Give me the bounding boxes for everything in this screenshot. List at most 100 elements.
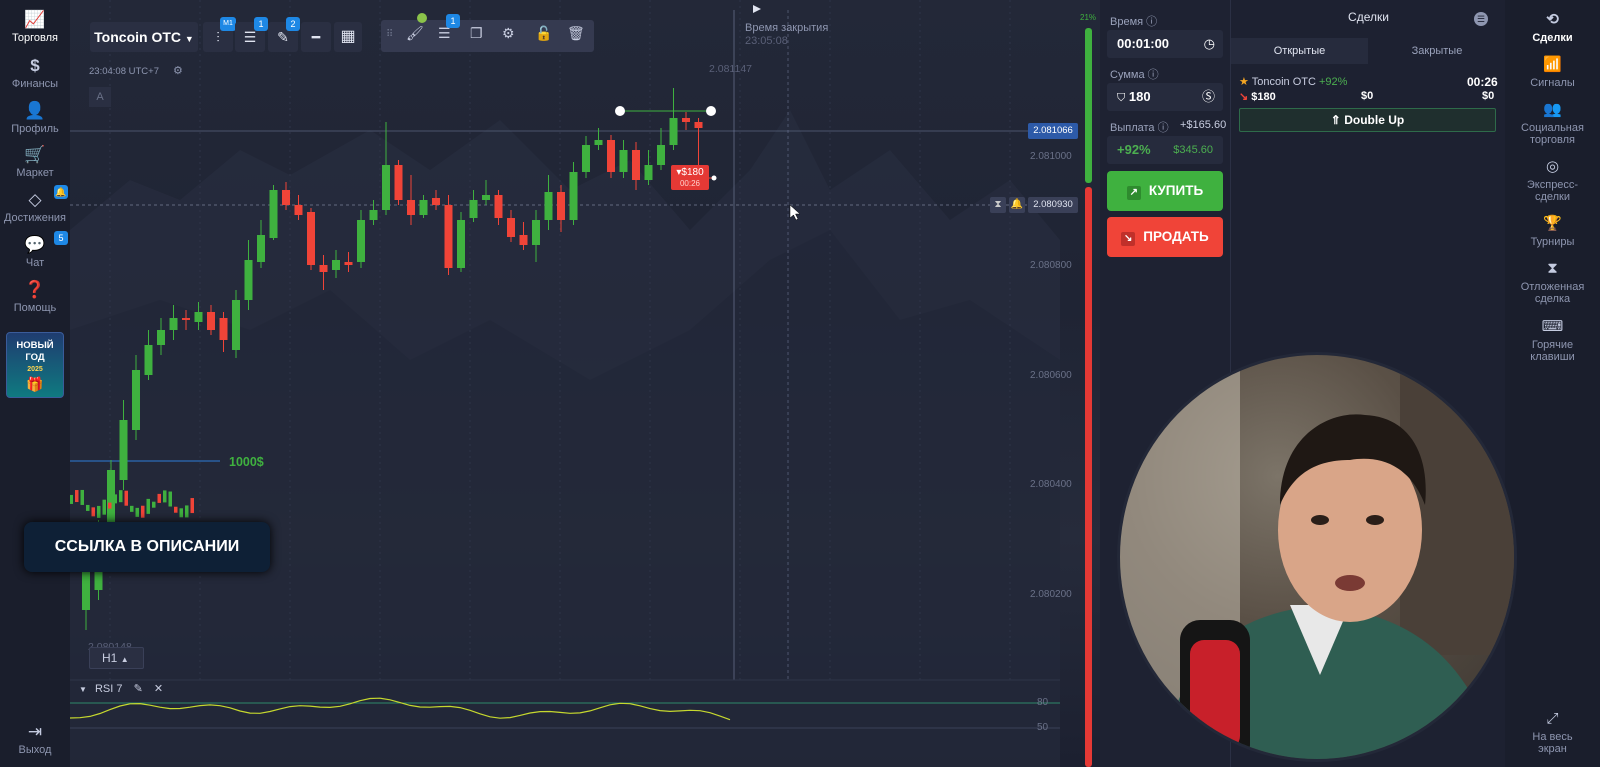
volume-percent: 21% [1080, 13, 1097, 22]
new-year-promo[interactable]: НОВЫЙ ГОД 2025 🎁 [6, 332, 64, 398]
time-label-text: Время [1110, 16, 1144, 28]
price-axis-label: 2.080200 [1030, 589, 1072, 600]
time-input[interactable]: 00:01:00 ◷ [1107, 30, 1223, 58]
layers-badge: 1 [446, 14, 460, 28]
mouth [1335, 575, 1365, 591]
close-time-value: 23:05:08 [745, 35, 788, 47]
trade-item-asset-row[interactable]: ★ Toncoin OTC +92% [1239, 75, 1347, 88]
paint-roller-icon[interactable]: 🖌 [406, 25, 424, 42]
gift-icon: 🎁 [26, 376, 44, 392]
candle-body [369, 210, 378, 220]
tab-closed[interactable]: Закрытые [1368, 38, 1506, 64]
current-price-tag: 2.081066 [1028, 123, 1078, 139]
sliders-icon: ☰ [243, 29, 257, 45]
price-axis-label: 2.080800 [1030, 260, 1072, 271]
amount-input[interactable]: ⛉ 180 Ⓢ [1107, 83, 1223, 111]
drawing-handle-left[interactable] [615, 106, 625, 116]
currency-dollar-icon[interactable]: Ⓢ [1202, 83, 1215, 111]
payout-box: +92% $345.60 [1107, 136, 1223, 164]
candle-body [519, 235, 528, 245]
high-price-label: 2.081147 [709, 63, 753, 75]
nav-help[interactable]: ❓ Помощь [0, 280, 70, 314]
clock-icon[interactable]: ◷ [1204, 30, 1215, 58]
payout-profit: +$165.60 [1180, 119, 1227, 131]
settings-small-icon[interactable]: ⚙ [173, 64, 183, 77]
buy-button[interactable]: ↗ КУПИТЬ [1107, 171, 1223, 211]
rnav-hotkeys[interactable]: ⌨ Горячие клавиши [1505, 317, 1600, 363]
nav-trading[interactable]: 📈 Торговля [0, 10, 70, 44]
mini-candle [152, 501, 156, 508]
chat-badge: 5 [54, 231, 68, 245]
nav-exit[interactable]: ⇥ Выход [0, 722, 70, 756]
trades-title: Сделки [1348, 10, 1389, 24]
double-up-button[interactable]: ⇑ Double Up [1239, 108, 1496, 132]
layout-button[interactable]: ▦ [334, 22, 362, 52]
rnav-trades[interactable]: ⟲ Сделки [1505, 10, 1600, 44]
unlock-icon[interactable]: 🔓 [535, 25, 552, 42]
nav-profile[interactable]: 👤 Профиль [0, 101, 70, 135]
candle-body [207, 312, 215, 330]
candle-body [432, 198, 440, 205]
candle-body [382, 165, 390, 210]
grid-layout-icon: ▦ [340, 28, 356, 45]
payout-percent: +92% [1117, 142, 1151, 157]
arrow-down-icon: ↘ [1239, 91, 1249, 103]
drawing-handle-right[interactable] [706, 106, 716, 116]
help-icon: ❓ [24, 280, 46, 299]
asset-selector[interactable]: Toncoin OTC ▼ [90, 22, 198, 52]
trash-icon[interactable]: 🗑 [567, 25, 585, 42]
promo-year: 2025 [27, 366, 43, 373]
pencil-icon[interactable]: ✎ [134, 683, 143, 695]
sell-button[interactable]: ↘ ПРОДАТЬ [1107, 217, 1223, 257]
tab-open[interactable]: Открытые [1231, 38, 1368, 64]
bell-icon[interactable]: 🔔 [1009, 197, 1025, 213]
rnav-signals[interactable]: 📶 Сигналы [1505, 55, 1600, 89]
chart-area[interactable]: Toncoin OTC ▼ ⫶ M1 ☰ 1 ✎ 2 ━ ▦ ⠿ 🖌 ☰ ❐ ⚙… [24, 0, 1100, 767]
rnav-tournaments-label: Турниры [1530, 236, 1575, 248]
amount-label-text: Сумма [1110, 69, 1145, 81]
history-icon: ⟲ [1546, 11, 1559, 28]
trade-item-asset: Toncoin OTC [1251, 76, 1316, 88]
candle-body [144, 345, 153, 375]
settings-gear-icon[interactable]: ⚙ [502, 25, 515, 42]
nav-finance[interactable]: $ Финансы [0, 56, 70, 90]
eye-left [1311, 515, 1329, 525]
candle-body [119, 420, 128, 480]
nav-market[interactable]: 🛒 Маркет [0, 145, 70, 179]
list-icon[interactable]: ☰ [1474, 12, 1488, 26]
bar-chart-icon: ⫶ [216, 29, 220, 45]
more-button[interactable]: ━ [301, 22, 331, 52]
social-icon: 👥 [1543, 101, 1562, 118]
nav-exit-label: Выход [18, 744, 52, 756]
candle-body [532, 220, 540, 245]
mini-candle [135, 507, 139, 517]
mini-candle [102, 499, 106, 515]
candle-body [482, 195, 490, 200]
a-button[interactable]: A [89, 87, 111, 107]
strike-price-tag: 2.080930 [1028, 197, 1078, 213]
copy-icon[interactable]: ❐ [470, 25, 483, 42]
candle-body [669, 118, 678, 145]
drag-handle-icon[interactable]: ⠿ [386, 29, 393, 40]
hourglass-icon[interactable]: ⧗ [990, 197, 1006, 213]
candle-body [282, 190, 290, 205]
trade-marker[interactable]: ▾$180 00:26 [671, 165, 709, 190]
collapse-icon[interactable]: ▼ [79, 685, 87, 694]
promo-line1: НОВЫЙ [16, 340, 54, 351]
rnav-pending[interactable]: ⧗ Отложенная сделка [1505, 259, 1600, 305]
info-icon: ⓘ [1147, 69, 1159, 81]
asset-name: Toncoin OTC [94, 29, 182, 45]
chart-line-icon: 📈 [24, 10, 46, 29]
link-in-description-banner: ССЫЛКА В ОПИСАНИИ [24, 522, 270, 572]
info-icon: ⓘ [1157, 122, 1169, 134]
rnav-express[interactable]: ◎ Экспресс-сделки [1505, 157, 1600, 203]
trade-item-amount-row: ↘ $180 [1239, 90, 1276, 103]
cart-icon: 🛒 [24, 145, 46, 164]
timeframe-selector[interactable]: H1 ▲ [89, 647, 144, 669]
close-icon[interactable]: ✕ [154, 683, 163, 695]
rnav-social[interactable]: 👥 Социальная торговля [1505, 100, 1600, 146]
rnav-tournaments[interactable]: 🏆 Турниры [1505, 214, 1600, 248]
rnav-fullscreen[interactable]: ⤢ На весь экран [1505, 709, 1600, 755]
trade-item-value1: $0 [1361, 90, 1374, 102]
drawing-tools-group: ⠿ 🖌 ☰ ❐ ⚙ 🔓 🗑 [381, 20, 594, 52]
